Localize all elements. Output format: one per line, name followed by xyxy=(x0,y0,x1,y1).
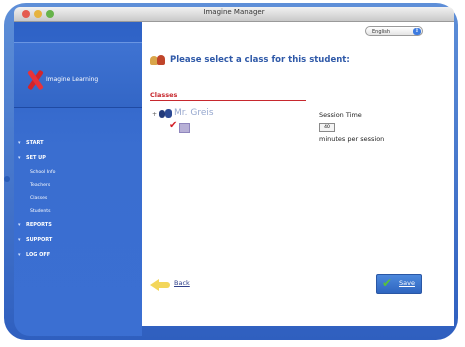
sidebar-item-label: SET UP xyxy=(26,155,46,161)
sidebar-nav: ▾ START ▾ SET UP School Info Teachers Classes S… xyxy=(14,136,142,263)
sidebar-item[interactable]: Classes xyxy=(14,192,142,205)
sidebar-item[interactable]: ▾ START xyxy=(14,136,142,151)
sidebar: Imagine Learning ▾ START ▾ SET UP School Inf… xyxy=(14,22,142,336)
sidebar-item-label: Classes xyxy=(30,196,48,201)
back-link[interactable]: Back xyxy=(174,279,190,287)
language-select-value: English xyxy=(372,29,391,35)
session-minutes-input[interactable]: 40 xyxy=(319,123,335,132)
classes-label: Classes xyxy=(150,91,178,99)
sidebar-item[interactable]: School Info xyxy=(14,166,142,179)
tree-teacher-name[interactable]: Mr. Greis xyxy=(174,108,214,118)
sidebar-item-label: START xyxy=(26,140,44,146)
tree-expand-icon[interactable]: + xyxy=(152,111,157,118)
save-button-label: Save xyxy=(399,279,415,287)
chevron-updown-icon: ⇕ xyxy=(413,28,421,35)
session-unit-label: minutes per session xyxy=(319,135,385,143)
classes-divider xyxy=(150,100,306,101)
class-checkbox[interactable] xyxy=(179,123,190,133)
frame-edge-dot xyxy=(4,176,10,182)
back-button[interactable] xyxy=(150,277,172,291)
save-button[interactable]: ✔ Save xyxy=(376,274,422,294)
nav-bullet-icon: ▾ xyxy=(18,155,21,161)
checkmark-icon: ✔ xyxy=(382,276,393,290)
page-title: Please select a class for this student: xyxy=(170,55,350,65)
sidebar-item[interactable]: ▾ SUPPORT xyxy=(14,233,142,248)
nav-bullet-icon: ▾ xyxy=(18,252,21,258)
sidebar-item-label: REPORTS xyxy=(26,222,52,228)
sidebar-item-label: SUPPORT xyxy=(26,237,53,243)
nav-bullet-icon: ▾ xyxy=(18,222,21,228)
session-time-label: Session Time xyxy=(319,111,362,119)
sidebar-item-label: Teachers xyxy=(30,183,51,188)
sidebar-item[interactable]: ▾ LOG OFF xyxy=(14,248,142,263)
sidebar-item[interactable]: Students xyxy=(14,205,142,218)
students-icon xyxy=(150,54,166,66)
sidebar-item-label: LOG OFF xyxy=(26,252,51,258)
brand-logo: Imagine Learning xyxy=(14,42,142,108)
nav-bullet-icon: ▾ xyxy=(18,140,21,146)
sidebar-item[interactable]: Teachers xyxy=(14,179,142,192)
sidebar-item-label: School Info xyxy=(30,170,56,175)
brand-logo-text: Imagine Learning xyxy=(46,76,99,83)
sidebar-item[interactable]: ▾ REPORTS xyxy=(14,218,142,233)
sidebar-item-label: Students xyxy=(30,209,51,214)
main-content: English ⇕ Please select a class for this… xyxy=(142,22,454,326)
title-bar: Imagine Manager xyxy=(14,7,454,22)
nav-bullet-icon: ▾ xyxy=(18,237,21,243)
teacher-icon xyxy=(159,109,173,119)
window-title: Imagine Manager xyxy=(203,8,265,16)
checkmark-icon: ✔ xyxy=(169,120,178,131)
language-select[interactable]: English ⇕ xyxy=(365,26,423,36)
imagine-learning-logo-icon xyxy=(26,71,44,89)
sidebar-item[interactable]: ▾ SET UP xyxy=(14,151,142,166)
